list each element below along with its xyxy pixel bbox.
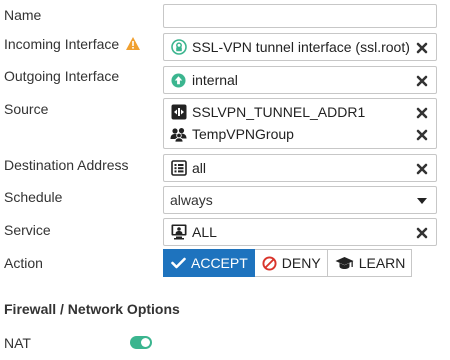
ssl-vpn-interface-icon — [170, 39, 187, 56]
destination-address-label: Destination Address — [4, 157, 129, 173]
remove-icon[interactable] — [416, 74, 428, 87]
name-field-wrapper — [163, 4, 437, 28]
address-icon — [170, 160, 187, 177]
interface-up-icon — [170, 72, 187, 89]
remove-icon[interactable] — [416, 128, 428, 141]
graduation-cap-icon — [335, 256, 354, 270]
source-field[interactable]: SSLVPN_TUNNEL_ADDR1 TempVPNGroup — [163, 98, 437, 149]
destination-address-value: all — [192, 160, 207, 176]
chevron-down-icon — [417, 198, 427, 204]
incoming-interface-label: Incoming Interface — [4, 36, 141, 54]
remove-icon[interactable] — [416, 226, 428, 239]
source-label: Source — [4, 101, 49, 117]
action-button-group: ACCEPT DENY LEARN — [163, 249, 413, 277]
outgoing-interface-label: Outgoing Interface — [4, 68, 120, 84]
outgoing-interface-field[interactable]: internal — [163, 66, 437, 94]
source-value: TempVPNGroup — [192, 126, 294, 142]
learn-button[interactable]: LEARN — [327, 249, 413, 277]
service-field[interactable]: ALL — [163, 218, 437, 246]
name-label: Name — [4, 7, 42, 23]
schedule-label: Schedule — [4, 189, 63, 205]
destination-address-field[interactable]: all — [163, 154, 437, 182]
learn-label: LEARN — [358, 255, 406, 271]
checkmark-icon — [171, 257, 186, 269]
incoming-interface-entry: SSL-VPN tunnel interface (ssl.root) — [164, 36, 436, 58]
action-label: Action — [4, 255, 43, 271]
outgoing-interface-entry: internal — [164, 69, 436, 91]
remove-icon[interactable] — [416, 41, 428, 54]
warning-icon — [125, 36, 141, 54]
incoming-interface-label-text: Incoming Interface — [4, 36, 120, 52]
nat-toggle[interactable] — [130, 336, 152, 349]
source-entry: SSLVPN_TUNNEL_ADDR1 — [164, 101, 436, 123]
accept-label: ACCEPT — [191, 255, 248, 271]
user-group-icon — [170, 126, 187, 143]
accept-button[interactable]: ACCEPT — [163, 249, 255, 277]
name-input[interactable] — [164, 5, 436, 27]
outgoing-interface-value: internal — [192, 72, 238, 88]
schedule-select[interactable]: always — [163, 186, 437, 214]
remove-icon[interactable] — [416, 162, 428, 175]
deny-label: DENY — [281, 255, 321, 271]
deny-icon — [262, 255, 277, 271]
source-entry: TempVPNGroup — [164, 123, 436, 145]
address-range-icon — [170, 104, 187, 121]
toggle-knob — [141, 338, 150, 347]
destination-address-entry: all — [164, 157, 436, 179]
schedule-value: always — [170, 192, 213, 208]
remove-icon[interactable] — [416, 106, 428, 119]
incoming-interface-field[interactable]: SSL-VPN tunnel interface (ssl.root) — [163, 33, 437, 61]
incoming-interface-value: SSL-VPN tunnel interface (ssl.root) — [192, 39, 410, 55]
firewall-options-title: Firewall / Network Options — [4, 301, 180, 317]
service-icon — [170, 224, 187, 241]
service-value: ALL — [192, 224, 217, 240]
nat-label: NAT — [4, 335, 31, 351]
deny-button[interactable]: DENY — [254, 249, 328, 277]
service-entry: ALL — [164, 221, 436, 243]
service-label: Service — [4, 222, 51, 238]
source-value: SSLVPN_TUNNEL_ADDR1 — [192, 104, 366, 120]
